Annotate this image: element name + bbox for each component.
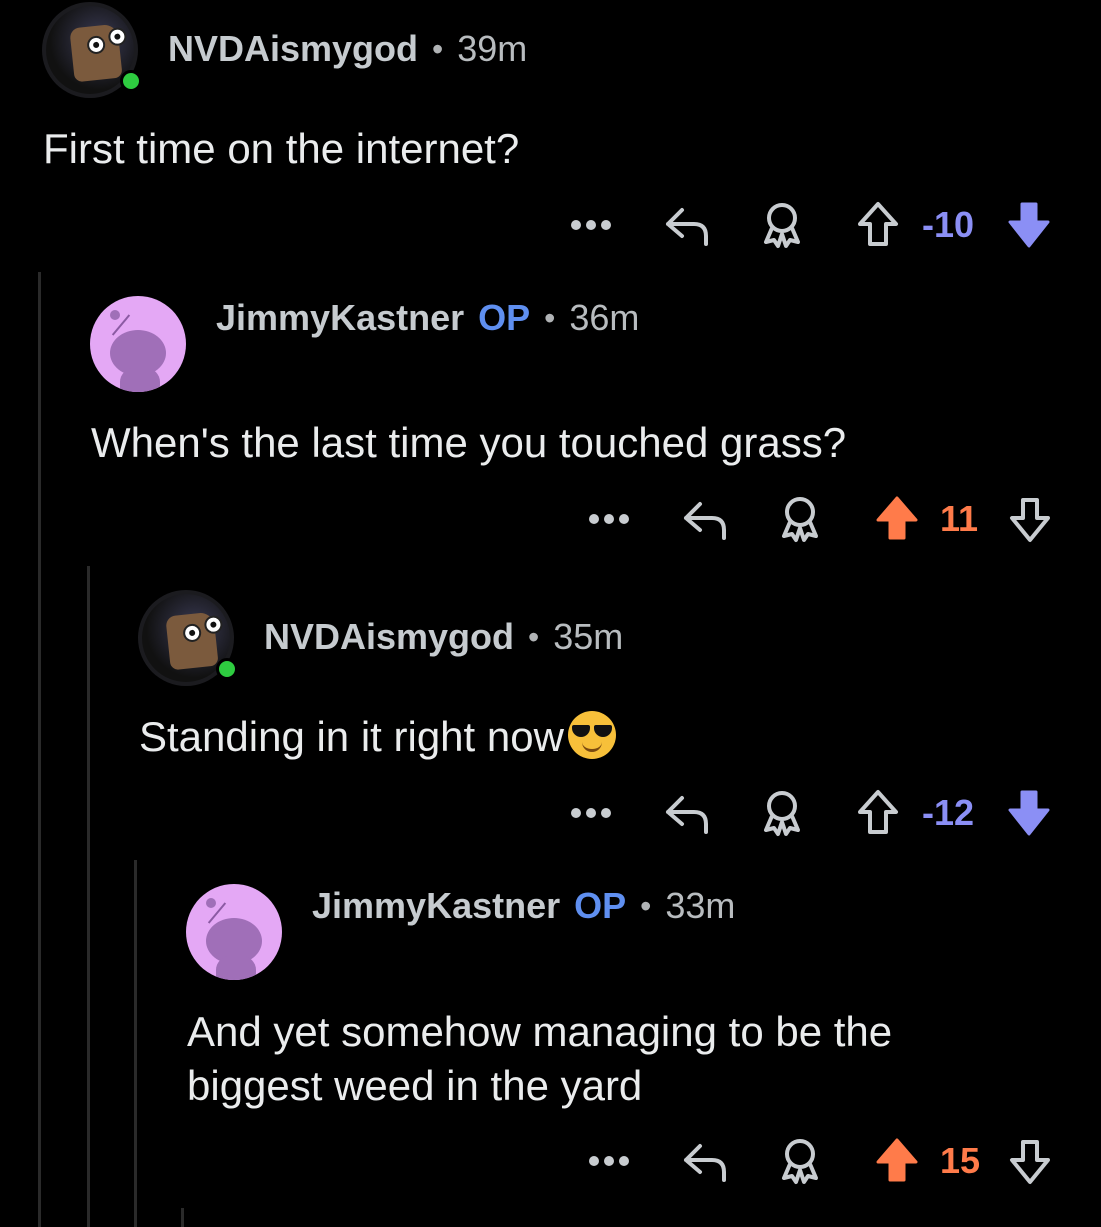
- comment-text-line-2: biggest weed in the yard: [187, 1062, 643, 1109]
- more-icon[interactable]: [588, 494, 630, 544]
- comment-header: NVDAismygod • 35m: [264, 616, 623, 658]
- score: -10: [922, 204, 975, 245]
- separator-dot: •: [544, 299, 556, 336]
- award-icon[interactable]: [778, 1136, 822, 1186]
- upvote-icon[interactable]: [874, 1136, 920, 1186]
- sunglasses-face-emoji: [567, 711, 616, 759]
- reply-icon[interactable]: [682, 494, 728, 544]
- username[interactable]: JimmyKastner: [312, 885, 560, 927]
- comment-header: JimmyKastner OP • 36m: [216, 297, 639, 339]
- downvote-icon[interactable]: [1008, 494, 1052, 544]
- online-indicator: [120, 70, 142, 92]
- upvote-icon[interactable]: [856, 200, 900, 250]
- online-indicator: [216, 658, 238, 680]
- comment-actions: 15: [0, 1136, 1101, 1186]
- more-icon[interactable]: [570, 200, 612, 250]
- separator-dot: •: [640, 887, 652, 924]
- downvote-icon[interactable]: [1006, 788, 1052, 838]
- more-icon[interactable]: [588, 1136, 630, 1186]
- comment-text: Standing in it right now: [139, 713, 564, 760]
- timestamp: 33m: [665, 885, 736, 926]
- op-badge: OP: [478, 297, 531, 338]
- thread-line-4[interactable]: [181, 1208, 184, 1227]
- score: -12: [922, 792, 975, 833]
- more-icon[interactable]: [570, 788, 612, 838]
- timestamp: 36m: [569, 297, 640, 338]
- separator-dot: •: [432, 30, 444, 67]
- username[interactable]: NVDAismygod: [168, 28, 418, 70]
- reply-icon[interactable]: [682, 1136, 728, 1186]
- award-icon[interactable]: [778, 494, 822, 544]
- upvote-icon[interactable]: [874, 494, 920, 544]
- avatar[interactable]: [138, 590, 238, 686]
- separator-dot: •: [528, 618, 540, 655]
- username[interactable]: NVDAismygod: [264, 616, 514, 658]
- score: 15: [940, 1140, 981, 1181]
- username[interactable]: JimmyKastner: [216, 297, 464, 339]
- upvote-icon[interactable]: [856, 788, 900, 838]
- avatar[interactable]: [186, 884, 282, 980]
- reply-icon[interactable]: [664, 200, 710, 250]
- comment-text: First time on the internet?: [43, 125, 520, 172]
- comment-actions: 11: [0, 494, 1101, 544]
- thread-line-1[interactable]: [38, 272, 41, 1227]
- award-icon[interactable]: [760, 788, 804, 838]
- downvote-icon[interactable]: [1006, 200, 1052, 250]
- timestamp: 35m: [553, 616, 624, 657]
- downvote-icon[interactable]: [1008, 1136, 1052, 1186]
- comment-actions: -10: [0, 200, 1101, 250]
- comment-text: When's the last time you touched grass?: [91, 419, 847, 466]
- comment-actions: -12: [0, 788, 1101, 838]
- comment-header: JimmyKastner OP • 33m: [312, 885, 735, 927]
- timestamp: 39m: [457, 28, 528, 69]
- score: 11: [940, 498, 979, 539]
- reply-icon[interactable]: [664, 788, 710, 838]
- comment-text-line-1: And yet somehow managing to be the: [187, 1008, 893, 1055]
- comment-text-wrapper: Standing in it right now: [139, 710, 616, 764]
- op-badge: OP: [574, 885, 627, 926]
- thread-line-2[interactable]: [87, 566, 90, 1227]
- avatar[interactable]: [42, 2, 142, 98]
- comment-header: NVDAismygod • 39m: [168, 28, 527, 70]
- award-icon[interactable]: [760, 200, 804, 250]
- avatar[interactable]: [90, 296, 186, 392]
